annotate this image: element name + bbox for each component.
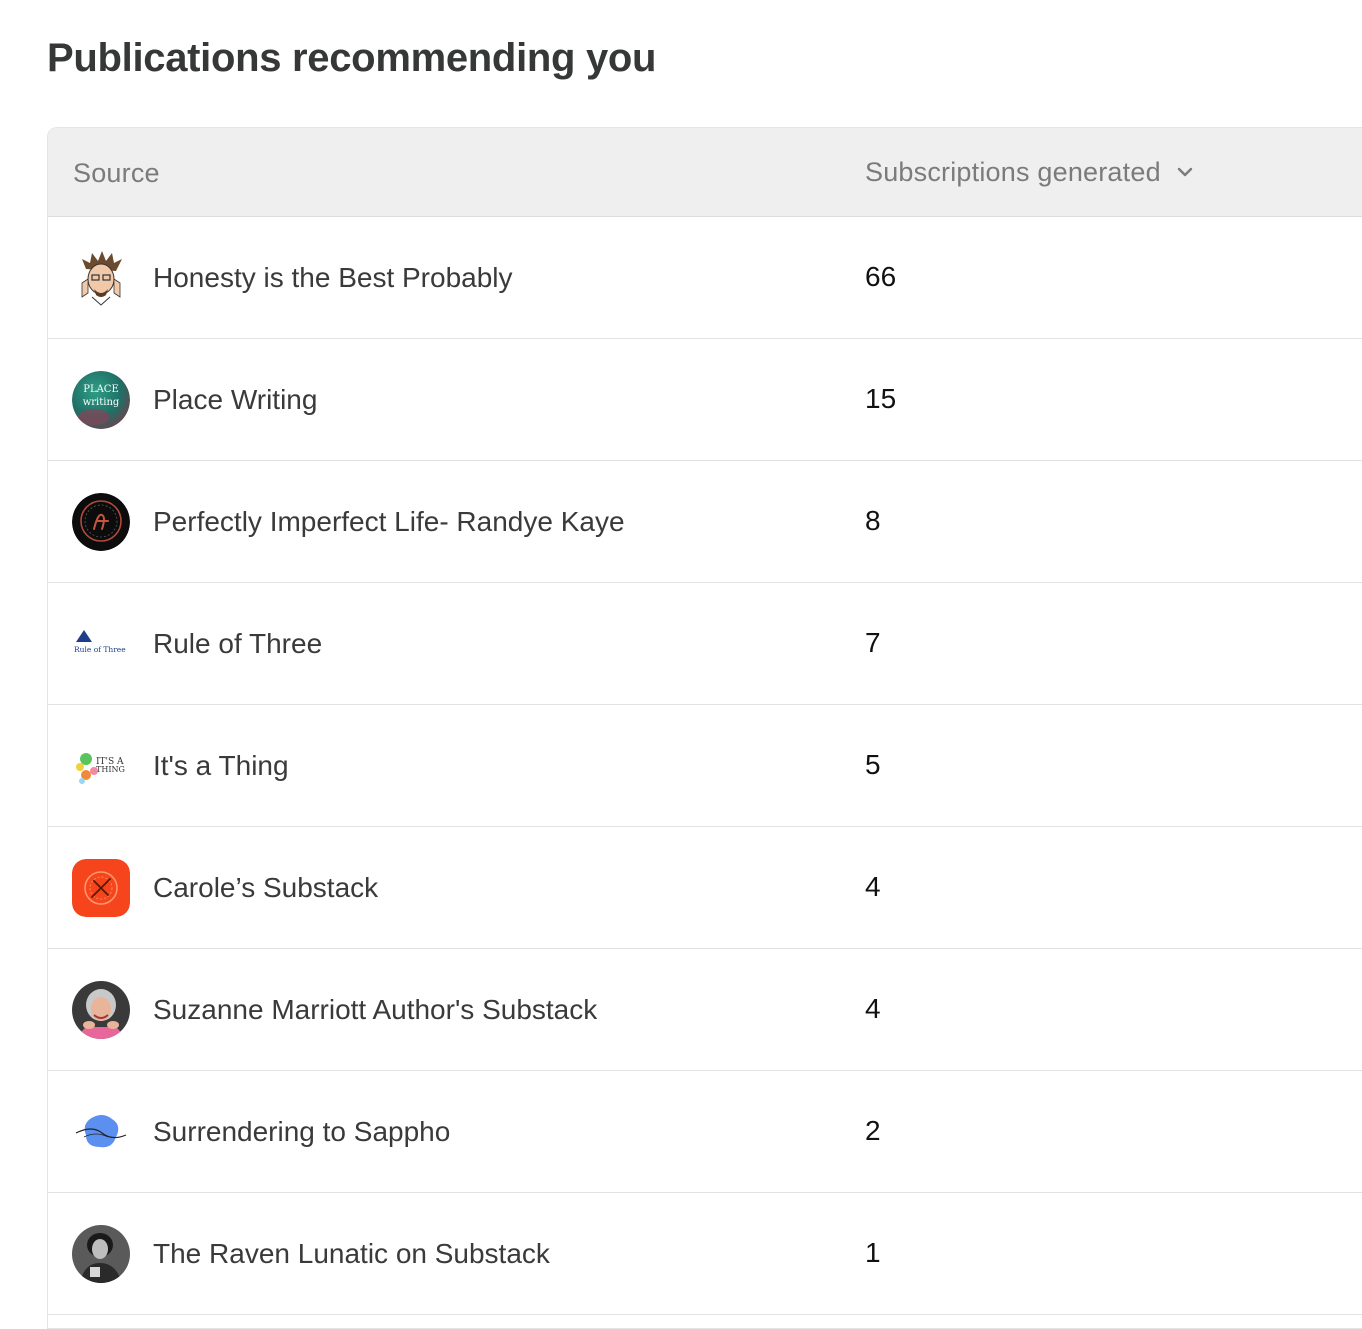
publication-name[interactable]: Surrendering to Sappho [153,1071,450,1193]
table-row[interactable]: The Raven Lunatic on Substack 1 [48,1193,1362,1315]
publication-name[interactable]: Honesty is the Best Probably [153,217,513,339]
subscriptions-count: 2 [865,1115,881,1146]
table-header: Source Subscriptions generated [48,128,1362,217]
svg-text:THING: THING [96,765,125,774]
cartoon-face-avatar [72,249,130,307]
table-row[interactable]: Carole’s Substack 4 [48,827,1362,949]
subscriptions-count: 4 [865,871,881,902]
subscriptions-count: 5 [865,749,881,780]
monogram-logo [72,493,130,551]
publication-name[interactable]: Suzanne Marriott Author's Substack [153,949,597,1071]
rule-of-three-logo: Rule of Three [72,615,130,673]
page-title: Publications recommending you [47,36,657,80]
publication-name[interactable]: Place Writing [153,339,317,461]
subscriptions-count: 1 [865,1237,881,1268]
table-row[interactable]: Rule of Three Rule of Three 7 [48,583,1362,705]
table-row[interactable]: Perfectly Imperfect Life- Randye Kaye 8 [48,461,1362,583]
subscriptions-count: 8 [865,505,881,536]
table-row[interactable]: IT'S A THING It's a Thing 5 [48,705,1362,827]
chevron-down-icon[interactable] [1175,162,1195,182]
subscriptions-count: 15 [865,383,897,414]
table-row[interactable]: Honesty is the Best Probably 66 [48,217,1362,339]
publication-name[interactable]: The Raven Lunatic on Substack [153,1193,550,1315]
publication-name[interactable]: Rule of Three [153,583,322,705]
svg-text:writing: writing [83,397,120,408]
publication-name[interactable]: Perfectly Imperfect Life- Randye Kaye [153,461,625,583]
table-row[interactable]: Surrendering to Sappho 2 [48,1071,1362,1193]
table-row[interactable]: Suzanne Marriott Author's Substack 4 [48,949,1362,1071]
portrait-photo [72,981,130,1039]
subscriptions-column-header[interactable]: Subscriptions generated [865,128,1195,216]
recommendations-table: Source Subscriptions generated Honesty i… [47,127,1362,1329]
its-a-thing-logo: IT'S A THING [72,737,130,795]
publication-name[interactable]: It's a Thing [153,705,289,827]
source-column-header: Source [73,158,160,188]
place-writing-logo: PLACE writing [72,371,130,429]
subscriptions-count: 7 [865,627,881,658]
subscriptions-header-label: Subscriptions generated [865,157,1161,187]
subscriptions-count: 66 [865,261,897,292]
svg-text:Rule of Three: Rule of Three [74,645,126,654]
orange-badge-logo [72,859,130,917]
bw-portrait-photo [72,1225,130,1283]
table-row[interactable]: PLACE writing Place Writing 15 [48,339,1362,461]
subscriptions-count: 4 [865,993,881,1024]
publication-name[interactable]: Carole’s Substack [153,827,378,949]
svg-text:PLACE: PLACE [83,384,119,395]
blue-splash-logo [72,1103,130,1161]
